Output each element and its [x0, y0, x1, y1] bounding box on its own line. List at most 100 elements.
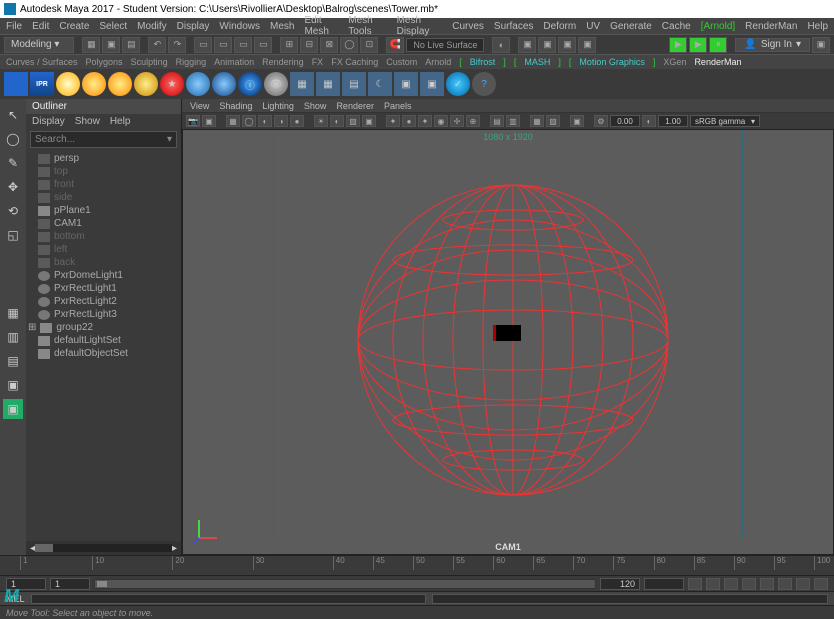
select-tool-icon[interactable]: ↖	[3, 105, 23, 125]
menu-item[interactable]: RenderMan	[745, 21, 797, 32]
lasso-tool-icon[interactable]: ◯	[3, 129, 23, 149]
shelf-tab[interactable]: Sculpting	[131, 57, 168, 67]
shelf-sphere-icon[interactable]	[186, 72, 210, 96]
shelf-light-icon[interactable]	[82, 72, 106, 96]
outliner-item[interactable]: back	[26, 256, 181, 269]
vp-tb-icon[interactable]: ▣	[202, 115, 216, 127]
vp-tb-icon[interactable]: ✦	[418, 115, 432, 127]
shelf-grid-icon[interactable]: ▦	[316, 72, 340, 96]
shelf-check-icon[interactable]: ✓	[446, 72, 470, 96]
vp-gamma-field[interactable]: 1.00	[658, 115, 688, 127]
snap-icon[interactable]: ⊡	[360, 37, 378, 53]
scroll-right-icon[interactable]: ▸	[172, 543, 177, 554]
vp-menu-item[interactable]: Show	[304, 101, 327, 111]
outliner-item[interactable]: pPlane1	[26, 204, 181, 217]
layout-icon[interactable]: ▣	[3, 375, 23, 395]
menu-item[interactable]: Deform	[543, 21, 576, 32]
vp-colorspace-select[interactable]: sRGB gamma ▾	[690, 115, 760, 127]
rotate-tool-icon[interactable]: ⟲	[3, 201, 23, 221]
outliner-item[interactable]: persp	[26, 152, 181, 165]
viewport-3d[interactable]: 1080 x 1920	[182, 129, 834, 555]
sign-in-button[interactable]: 👤 Sign In ▾	[735, 38, 810, 52]
outliner-item[interactable]: front	[26, 178, 181, 191]
play-icon[interactable]: ▶	[669, 37, 687, 53]
shelf-tab[interactable]: XGen	[663, 57, 686, 67]
shelf-tab[interactable]: Arnold	[425, 57, 451, 67]
shelf-tab[interactable]: Rendering	[262, 57, 304, 67]
menu-item[interactable]: Curves	[452, 21, 484, 32]
shelf-light-icon[interactable]	[134, 72, 158, 96]
play-icon[interactable]: ⏸	[709, 37, 727, 53]
menu-item[interactable]: Mesh	[270, 21, 294, 32]
step-forward-icon[interactable]	[796, 578, 810, 590]
vp-tb-icon[interactable]: ⊕	[466, 115, 480, 127]
vp-tb-icon[interactable]: ▦	[530, 115, 544, 127]
vp-tb-icon[interactable]: ▥	[506, 115, 520, 127]
scale-tool-icon[interactable]: ◱	[3, 225, 23, 245]
vp-menu-item[interactable]: Panels	[384, 101, 412, 111]
mel-input[interactable]	[31, 594, 427, 604]
select-mode-icon[interactable]: ▭	[234, 37, 252, 53]
shelf-tab[interactable]: Animation	[214, 57, 254, 67]
vp-gear-icon[interactable]: ⚙	[594, 115, 608, 127]
shelf-sun-icon[interactable]	[56, 72, 80, 96]
menu-item[interactable]: Mesh Tools	[348, 15, 386, 37]
range-slider[interactable]	[94, 579, 596, 589]
outliner-item[interactable]: PxrDomeLight1	[26, 269, 181, 282]
menu-item-arnold[interactable]: [Arnold]	[701, 21, 735, 32]
shelf-tab[interactable]: Rigging	[176, 57, 207, 67]
menu-item[interactable]: File	[6, 21, 22, 32]
menu-item[interactable]: Cache	[662, 21, 691, 32]
shelf-tab[interactable]: FX Caching	[331, 57, 378, 67]
outliner-item[interactable]: defaultObjectSet	[26, 347, 181, 360]
outliner-item[interactable]: top	[26, 165, 181, 178]
shelf-tab[interactable]: FX	[312, 57, 324, 67]
layout-icon[interactable]: ▥	[3, 327, 23, 347]
outliner-tree[interactable]: persptopfrontsidepPlane1CAM1bottomleftba…	[26, 150, 181, 541]
menu-item[interactable]: Generate	[610, 21, 652, 32]
vp-tb-icon[interactable]: ◯	[242, 115, 256, 127]
shelf-sphere-icon[interactable]	[212, 72, 236, 96]
menu-item[interactable]: Help	[807, 21, 828, 32]
vp-menu-item[interactable]: Renderer	[336, 101, 374, 111]
layout-icon[interactable]: ▤	[3, 351, 23, 371]
vp-tb-icon[interactable]: ▣	[362, 115, 376, 127]
next-key-icon[interactable]	[778, 578, 792, 590]
shelf-icon[interactable]: ▣	[394, 72, 418, 96]
shelf-icon[interactable]: ▣	[420, 72, 444, 96]
vp-tb-icon[interactable]: ●	[290, 115, 304, 127]
outliner-item[interactable]: CAM1	[26, 217, 181, 230]
vp-tb-icon[interactable]: ◐	[642, 115, 656, 127]
vp-tb-icon[interactable]: ☀	[314, 115, 328, 127]
snap-icon[interactable]: ◯	[340, 37, 358, 53]
paint-tool-icon[interactable]: ✎	[3, 153, 23, 173]
menu-item[interactable]: Modify	[137, 21, 166, 32]
render-settings-icon[interactable]: ▣	[578, 37, 596, 53]
shelf-tab[interactable]: MASH	[524, 57, 550, 67]
shelf-moon-icon[interactable]: ☾	[368, 72, 392, 96]
snap-icon[interactable]: ⊟	[300, 37, 318, 53]
menu-item[interactable]: Display	[177, 21, 210, 32]
shelf-tab[interactable]: Motion Graphics	[579, 57, 645, 67]
vp-tb-icon[interactable]: ▧	[546, 115, 560, 127]
prev-key-icon[interactable]	[724, 578, 738, 590]
select-mode-icon[interactable]: ▭	[254, 37, 272, 53]
render-icon[interactable]: ▣	[518, 37, 536, 53]
vp-tb-icon[interactable]: ◉	[434, 115, 448, 127]
redo-icon[interactable]: ↷	[168, 37, 186, 53]
live-surface-field[interactable]: No Live Surface	[406, 38, 484, 52]
shelf-calendar-icon[interactable]: ▤	[342, 72, 366, 96]
outliner-menu-item[interactable]: Display	[32, 116, 65, 127]
shelf-light-icon[interactable]	[108, 72, 132, 96]
vp-tb-icon[interactable]: ◑	[274, 115, 288, 127]
shelf-tab[interactable]: Bifrost	[470, 57, 496, 67]
mode-selector[interactable]: Modeling ▾	[4, 37, 74, 53]
outliner-item[interactable]: defaultLightSet	[26, 334, 181, 347]
range-playback-end-field[interactable]: 120	[600, 578, 640, 590]
rewind-icon[interactable]	[688, 578, 702, 590]
shelf-help-icon[interactable]: ?	[472, 72, 496, 96]
vp-exposure-field[interactable]: 0.00	[610, 115, 640, 127]
select-mode-icon[interactable]: ▭	[194, 37, 212, 53]
outliner-item[interactable]: side	[26, 191, 181, 204]
ipr-icon[interactable]: ▣	[558, 37, 576, 53]
